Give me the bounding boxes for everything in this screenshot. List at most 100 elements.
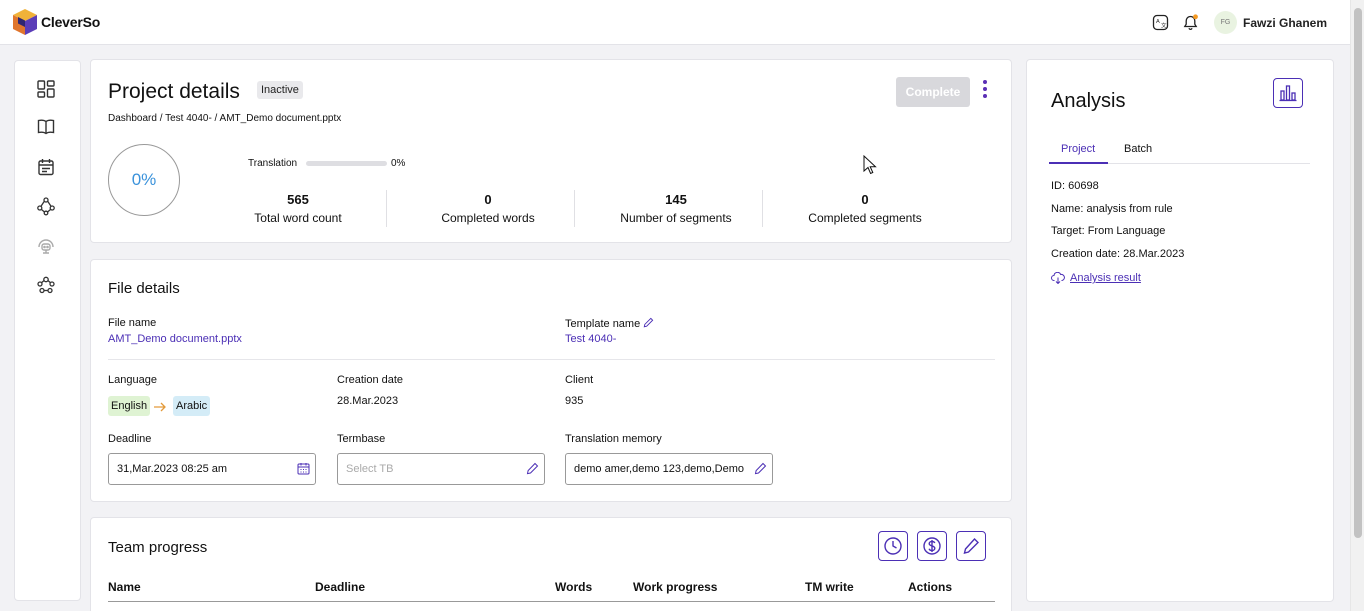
file-name-link[interactable]: AMT_Demo document.pptx [108,333,242,345]
project-details-card: Project details Inactive Complete Dashbo… [90,59,1012,243]
column-header-actions[interactable]: Actions [908,580,952,594]
termbase-input[interactable]: Select TB [337,453,545,485]
client-label: Client [565,374,594,386]
analysis-chart-button[interactable] [1273,78,1303,108]
termbase-label: Termbase [337,433,386,445]
analysis-result-link[interactable]: Analysis result [1051,272,1141,284]
table-header-divider [108,601,995,602]
column-header-name[interactable]: Name [108,580,141,594]
stat-divider [574,190,575,227]
deadline-value: 31,Mar.2023 08:25 am [117,463,228,475]
translation-memory-label: Translation memory [565,433,662,445]
stat-value: 565 [287,192,309,207]
template-name-link[interactable]: Test 4040- [565,333,616,345]
tab-batch[interactable]: Batch [1124,143,1152,155]
edit-icon[interactable] [526,462,539,475]
arrow-right-icon [154,402,166,412]
analysis-id-value: 60698 [1068,180,1099,192]
bell-icon[interactable] [1182,14,1199,31]
translate-icon[interactable]: A 文 [1152,14,1169,31]
stat-value: 0 [861,192,869,207]
stat-label: Number of segments [620,211,732,225]
calendar-icon[interactable] [297,462,310,475]
termbase-placeholder: Select TB [346,463,394,475]
translation-progress-bar [306,161,387,166]
source-language-chip: English [108,396,151,416]
column-header-work-progress[interactable]: Work progress [633,580,717,594]
svg-text:文: 文 [1161,22,1167,30]
translation-progress-percent: 0% [391,158,406,169]
analysis-creation-label: Creation date: [1051,248,1121,260]
stat-number-of-segments: 145 Number of segments [582,192,770,225]
dashboard-icon[interactable] [36,79,56,99]
template-name-label-text: Template name [565,318,641,330]
analysis-result-text: Analysis result [1070,272,1141,284]
creation-date-value: 28.Mar.2023 [337,395,399,407]
translation-progress-label: Translation [248,158,298,169]
clock-icon [884,537,902,555]
stat-label: Completed words [441,211,535,225]
deadline-input[interactable]: 31,Mar.2023 08:25 am [108,453,316,485]
analysis-target: Target: From Language [1051,225,1165,237]
edit-team-button[interactable] [956,531,986,561]
column-header-tm-write[interactable]: TM write [805,580,854,594]
analysis-creation-value: 28.Mar.2023 [1123,248,1185,260]
file-details-title: File details [108,280,180,297]
stat-total-word-count: 565 Total word count [204,192,392,225]
mouse-cursor-icon [863,155,877,175]
calendar-icon[interactable] [36,157,56,177]
more-options-icon[interactable] [981,80,989,104]
network-icon[interactable] [36,196,56,216]
avatar[interactable]: FG [1214,11,1237,34]
svg-text:A: A [1156,19,1160,25]
analysis-creation-date: Creation date: 28.Mar.2023 [1051,248,1184,260]
analysis-name-label: Name: [1051,203,1084,215]
breadcrumb[interactable]: Dashboard / Test 4040- / AMT_Demo docume… [108,113,341,124]
status-badge: Inactive [257,81,303,99]
active-tab-indicator [1049,162,1108,164]
app-name: CleverSo [41,14,101,30]
bar-chart-icon [1279,85,1297,102]
file-name-label: File name [108,317,157,329]
stat-label: Total word count [254,211,342,225]
file-details-card: File details File name AMT_Demo document… [90,259,1012,502]
overall-progress-circle: 0% [108,144,180,216]
stat-completed-segments: 0 Completed segments [771,192,959,225]
scrollbar-thumb[interactable] [1354,8,1362,538]
team-progress-card: Team progress Name Deadline Words Work p… [90,517,1012,611]
page-scrollbar[interactable] [1350,0,1364,611]
logo[interactable]: CleverSo [12,8,100,36]
edit-icon[interactable] [754,462,767,475]
stat-value: 0 [484,192,492,207]
deadline-label: Deadline [108,433,152,445]
team-icon[interactable] [36,275,56,295]
creation-date-label: Creation date [337,374,404,386]
language-label: Language [108,374,157,386]
column-header-words[interactable]: Words [555,580,592,594]
translation-memory-input[interactable]: demo amer,demo 123,demo,Demo [565,453,773,485]
divider [108,359,995,360]
cost-button[interactable] [917,531,947,561]
analysis-title: Analysis [1051,90,1126,112]
analysis-name: Name: analysis from rule [1051,203,1173,215]
top-bar: CleverSo A 文 FG Fawzi Ghanem [0,0,1350,45]
target-language-chip: Arabic [173,396,211,416]
book-icon[interactable] [36,117,56,137]
edit-icon[interactable] [643,317,654,328]
robot-icon[interactable] [36,235,56,255]
team-progress-title: Team progress [108,539,208,556]
dollar-icon [923,537,941,555]
cleverso-logo-icon [13,9,37,35]
deadline-button[interactable] [878,531,908,561]
stat-label: Completed segments [808,211,922,225]
tab-project[interactable]: Project [1061,143,1095,155]
client-value: 935 [565,395,584,407]
stat-completed-words: 0 Completed words [394,192,582,225]
analysis-target-label: Target: [1051,225,1085,237]
side-navigation [14,60,81,601]
user-name[interactable]: Fawzi Ghanem [1243,16,1327,30]
complete-button[interactable]: Complete [896,77,970,107]
analysis-id: ID: 60698 [1051,180,1099,192]
column-header-deadline[interactable]: Deadline [315,580,365,594]
analysis-target-value: From Language [1087,225,1166,237]
